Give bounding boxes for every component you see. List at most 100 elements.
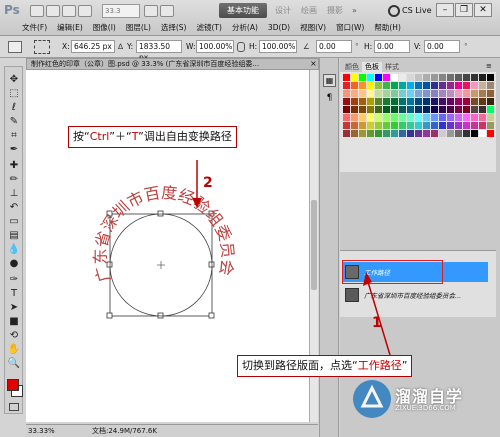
- color-swatch[interactable]: [399, 130, 406, 137]
- color-swatch[interactable]: [343, 114, 350, 121]
- color-swatch[interactable]: [471, 114, 478, 121]
- color-swatch[interactable]: [343, 98, 350, 105]
- height-field[interactable]: 100.00%: [259, 40, 297, 53]
- brush-tool-icon[interactable]: ✏: [7, 173, 21, 187]
- workspace-design[interactable]: 设计: [275, 4, 291, 17]
- color-swatch[interactable]: [423, 98, 430, 105]
- color-swatch[interactable]: [391, 122, 398, 129]
- lasso-tool-icon[interactable]: ℓ: [7, 101, 21, 115]
- color-swatch[interactable]: [375, 74, 382, 81]
- foreground-color-swatch[interactable]: [7, 379, 19, 391]
- color-swatch[interactable]: [479, 98, 486, 105]
- angle-field[interactable]: 0.00: [316, 40, 352, 53]
- zoom-level-select[interactable]: 33.3: [102, 4, 140, 18]
- color-swatch[interactable]: [343, 106, 350, 113]
- color-swatch[interactable]: [447, 82, 454, 89]
- color-swatch[interactable]: [463, 122, 470, 129]
- color-swatch[interactable]: [479, 106, 486, 113]
- color-swatch[interactable]: [367, 90, 374, 97]
- color-swatch[interactable]: [351, 98, 358, 105]
- color-swatch[interactable]: [359, 114, 366, 121]
- color-swatch[interactable]: [407, 114, 414, 121]
- 3d-rotate-tool-icon[interactable]: ⟲: [7, 329, 21, 343]
- color-swatch[interactable]: [471, 90, 478, 97]
- color-swatch[interactable]: [383, 98, 390, 105]
- eyedropper-tool-icon[interactable]: ✒: [7, 143, 21, 157]
- color-swatch[interactable]: [447, 106, 454, 113]
- transform-handles[interactable]: [106, 210, 215, 319]
- color-swatch[interactable]: [407, 82, 414, 89]
- blur-tool-icon[interactable]: 💧: [7, 243, 21, 257]
- color-swatch[interactable]: [359, 98, 366, 105]
- color-swatch[interactable]: [367, 82, 374, 89]
- color-swatch[interactable]: [471, 122, 478, 129]
- workspace-more-icon[interactable]: »: [352, 4, 357, 17]
- status-zoom[interactable]: 33.33%: [28, 425, 55, 437]
- minimize-icon[interactable]: –: [436, 3, 454, 17]
- menu-layer[interactable]: 图层(L): [122, 22, 157, 34]
- color-swatch[interactable]: [431, 122, 438, 129]
- color-swatch[interactable]: [367, 106, 374, 113]
- color-swatch[interactable]: [487, 90, 494, 97]
- color-swatch[interactable]: [375, 90, 382, 97]
- color-swatch[interactable]: [431, 114, 438, 121]
- tab-swatches[interactable]: 色板: [362, 62, 382, 72]
- color-swatch[interactable]: [367, 98, 374, 105]
- color-swatch[interactable]: [431, 74, 438, 81]
- color-swatch[interactable]: [391, 82, 398, 89]
- marquee-tool-icon[interactable]: ⬚: [7, 87, 21, 101]
- color-swatch[interactable]: [487, 98, 494, 105]
- color-swatch[interactable]: [375, 98, 382, 105]
- color-swatch[interactable]: [359, 90, 366, 97]
- transform-tool-icon[interactable]: [8, 41, 22, 53]
- color-swatch[interactable]: [359, 106, 366, 113]
- quick-select-tool-icon[interactable]: ✎: [7, 115, 21, 129]
- color-swatch[interactable]: [487, 114, 494, 121]
- zoom-tool-icon[interactable]: 🔍: [7, 357, 21, 371]
- color-swatch[interactable]: [439, 122, 446, 129]
- color-swatch[interactable]: [447, 74, 454, 81]
- type-tool-icon[interactable]: T: [7, 287, 21, 301]
- color-swatch[interactable]: [447, 122, 454, 129]
- menu-analysis[interactable]: 分析(A): [228, 22, 264, 34]
- color-swatch[interactable]: [463, 114, 470, 121]
- color-swatch[interactable]: [439, 106, 446, 113]
- color-swatch[interactable]: [455, 90, 462, 97]
- color-swatch[interactable]: [471, 106, 478, 113]
- healing-brush-tool-icon[interactable]: ✚: [7, 159, 21, 173]
- workspace-essentials-button[interactable]: 基本功能: [219, 3, 267, 18]
- color-swatch[interactable]: [375, 114, 382, 121]
- restore-icon[interactable]: ❐: [455, 3, 473, 17]
- color-swatch[interactable]: [455, 130, 462, 137]
- color-swatch[interactable]: [455, 98, 462, 105]
- color-swatch[interactable]: [367, 130, 374, 137]
- color-swatch[interactable]: [407, 98, 414, 105]
- color-swatch[interactable]: [439, 130, 446, 137]
- color-swatch[interactable]: [391, 90, 398, 97]
- color-swatch[interactable]: [463, 98, 470, 105]
- color-swatch[interactable]: [487, 74, 494, 81]
- menu-select[interactable]: 选择(S): [157, 22, 193, 34]
- history-panel-icon[interactable]: ▦: [323, 74, 336, 87]
- color-swatch[interactable]: [487, 122, 494, 129]
- menu-filter[interactable]: 滤镜(T): [193, 22, 228, 34]
- color-swatch[interactable]: [423, 106, 430, 113]
- color-swatch[interactable]: [351, 130, 358, 137]
- color-swatch[interactable]: [407, 74, 414, 81]
- color-swatch[interactable]: [415, 82, 422, 89]
- color-swatch[interactable]: [343, 82, 350, 89]
- color-swatch[interactable]: [359, 122, 366, 129]
- color-swatch[interactable]: [415, 114, 422, 121]
- color-swatch[interactable]: [359, 74, 366, 81]
- menu-help[interactable]: 帮助(H): [370, 22, 407, 34]
- color-swatch[interactable]: [375, 130, 382, 137]
- color-swatch[interactable]: [423, 114, 430, 121]
- color-swatch[interactable]: [391, 98, 398, 105]
- color-swatch[interactable]: [399, 122, 406, 129]
- color-swatch[interactable]: [447, 114, 454, 121]
- x-position-field[interactable]: 646.25 px: [71, 40, 115, 53]
- color-swatch[interactable]: [351, 74, 358, 81]
- color-swatch[interactable]: [383, 114, 390, 121]
- color-swatch[interactable]: [447, 98, 454, 105]
- color-swatch[interactable]: [359, 82, 366, 89]
